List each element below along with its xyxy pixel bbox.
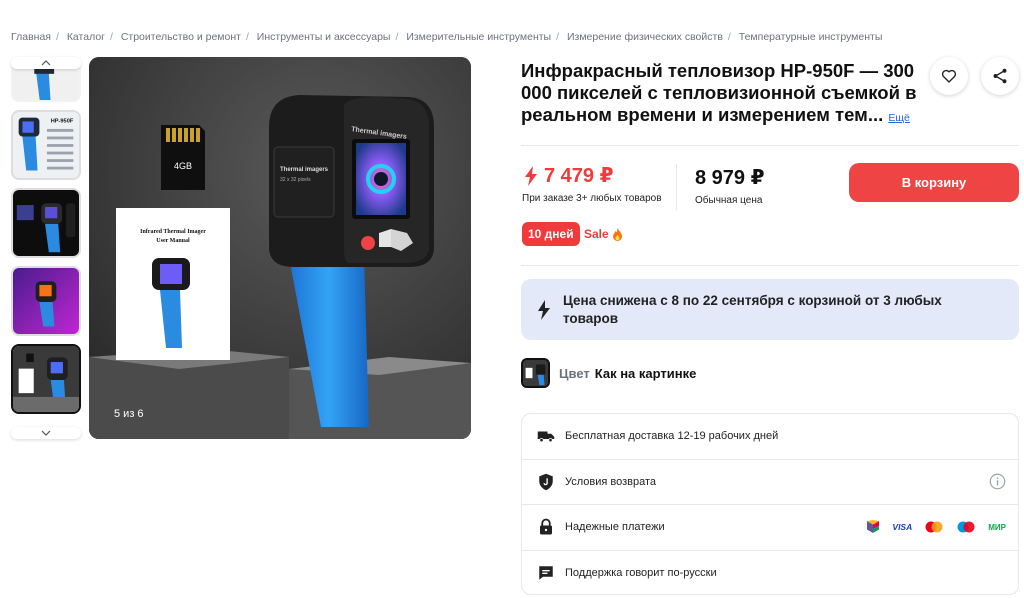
breadcrumb-separator: / [556,31,560,43]
regular-price: 8 979 ₽ [695,167,765,189]
return-policy-row[interactable]: Условия возврата [522,460,1018,505]
lightning-icon [538,299,550,320]
sale-price: 7 479 ₽ [524,163,614,188]
divider [521,145,1019,146]
visa-icon: VISA [892,522,913,533]
breadcrumb-separator: / [109,31,113,43]
delivery-text: Бесплатная доставка 12-19 рабочих дней [565,430,779,443]
breadcrumb-separator: / [395,31,399,43]
product-title: Инфракрасный тепловизор HP-950F — 300 00… [521,60,919,129]
manual-title-line-2: User Manual [156,238,190,244]
breadcrumb: Главная / Каталог / Строительство и ремонт… [11,31,882,43]
breadcrumb-separator: / [727,31,731,43]
mir-icon: МИР [988,522,1006,532]
title-more-link[interactable]: Ещё [888,112,909,124]
regular-price-note: Обычная цена [695,195,763,206]
support-row[interactable]: Поддержка говорит по-русски [522,551,1018,595]
add-to-cart-button[interactable]: В корзину [849,163,1019,202]
chevron-up-icon [41,60,51,66]
chat-icon [537,564,555,582]
color-label: Цвет [559,365,590,381]
maestro-icon [956,521,976,533]
image-counter: 5 из 6 [114,408,144,420]
payments-text: Надежные платежи [565,521,665,534]
breadcrumb-separator: / [245,31,249,43]
product-photo: 4GB Infrared Thermal Imager User Manual … [89,57,471,439]
thumbnail-image [13,268,79,334]
return-policy-text: Условия возврата [565,475,657,488]
manual-title-line-1: Infrared Thermal Imager [140,229,206,235]
color-swatch-image [523,360,548,386]
breadcrumb-link-temperature[interactable]: Температурные инструменты [739,31,883,43]
delivery-row[interactable]: Бесплатная доставка 12-19 рабочих дней [522,414,1018,460]
thumbnail-4[interactable] [11,266,81,336]
support-text: Поддержка говорит по-русски [565,567,717,580]
payments-row[interactable]: Надежные платежи VISA МИР [522,505,1018,551]
share-icon [993,68,1007,84]
color-swatch[interactable] [521,358,550,388]
thumbnail-model-text: HP-950F [51,118,74,124]
divider [521,265,1019,266]
return-info-area [989,460,1006,505]
price-divider [676,164,677,210]
breadcrumb-link-home[interactable]: Главная [11,31,51,43]
promo-banner: Цена снижена с 8 по 22 сентября с корзин… [521,279,1019,340]
product-title-text: Инфракрасный тепловизор HP-950F — 300 00… [521,60,917,125]
breadcrumb-link-physical[interactable]: Измерение физических свойств [567,31,723,43]
thumbnail-image [13,346,79,412]
breadcrumb-link-measuring[interactable]: Измерительные инструменты [406,31,551,43]
device-side-label: Thermal imagers [280,167,329,173]
sd-card-label: 4GB [174,161,192,171]
truck-icon [537,427,555,445]
promo-text: Цена снижена с 8 по 22 сентября с корзин… [563,292,942,326]
color-value: Цвет Как на картинке [559,366,696,381]
thumbnail-scroll-down-button[interactable] [11,427,81,439]
device-side-sublabel: 32 x 32 pixels [280,177,311,183]
sale-badge-text: Sale [584,227,609,241]
breadcrumb-separator: / [55,31,59,43]
days-badge: 10 дней [522,222,580,246]
thumbnail-5[interactable] [11,344,81,414]
sale-price-value: 7 479 ₽ [544,165,614,187]
lightning-icon [525,165,537,186]
sbp-icon [866,520,880,534]
chevron-down-icon [41,430,51,436]
payment-methods: VISA МИР [866,505,1006,550]
thumbnail-strip: HP-950F [11,57,81,439]
lock-icon [537,518,555,536]
color-value-text: Как на картинке [594,365,697,381]
info-icon[interactable] [989,473,1006,490]
sale-badge: Sale [584,227,623,241]
main-product-image[interactable]: 4GB Infrared Thermal Imager User Manual … [89,57,471,439]
breadcrumb-link-construction[interactable]: Строительство и ремонт [121,31,241,43]
thumbnail-3[interactable] [11,188,81,258]
thumbnail-image: HP-950F [13,112,79,178]
breadcrumb-link-catalog[interactable]: Каталог [67,31,105,43]
heart-icon [941,69,957,83]
thumbnail-2[interactable]: HP-950F [11,110,81,180]
fire-icon [612,227,622,241]
shield-icon [537,473,555,491]
info-box: Бесплатная доставка 12-19 рабочих дней У… [521,413,1019,595]
sale-price-note: При заказе 3+ любых товаров [522,193,662,204]
favorite-button[interactable] [930,57,968,95]
mastercard-icon [924,521,944,533]
color-selector: Цвет Как на картинке [521,358,696,388]
breadcrumb-link-tools[interactable]: Инструменты и аксессуары [257,31,391,43]
thumbnail-scroll-up-button[interactable] [11,57,81,69]
share-button[interactable] [981,57,1019,95]
thumbnail-image [13,190,79,256]
